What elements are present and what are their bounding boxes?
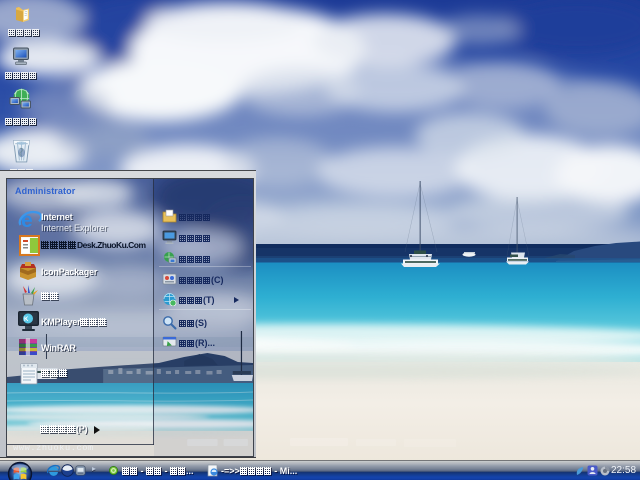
svg-text:K: K	[24, 317, 29, 323]
